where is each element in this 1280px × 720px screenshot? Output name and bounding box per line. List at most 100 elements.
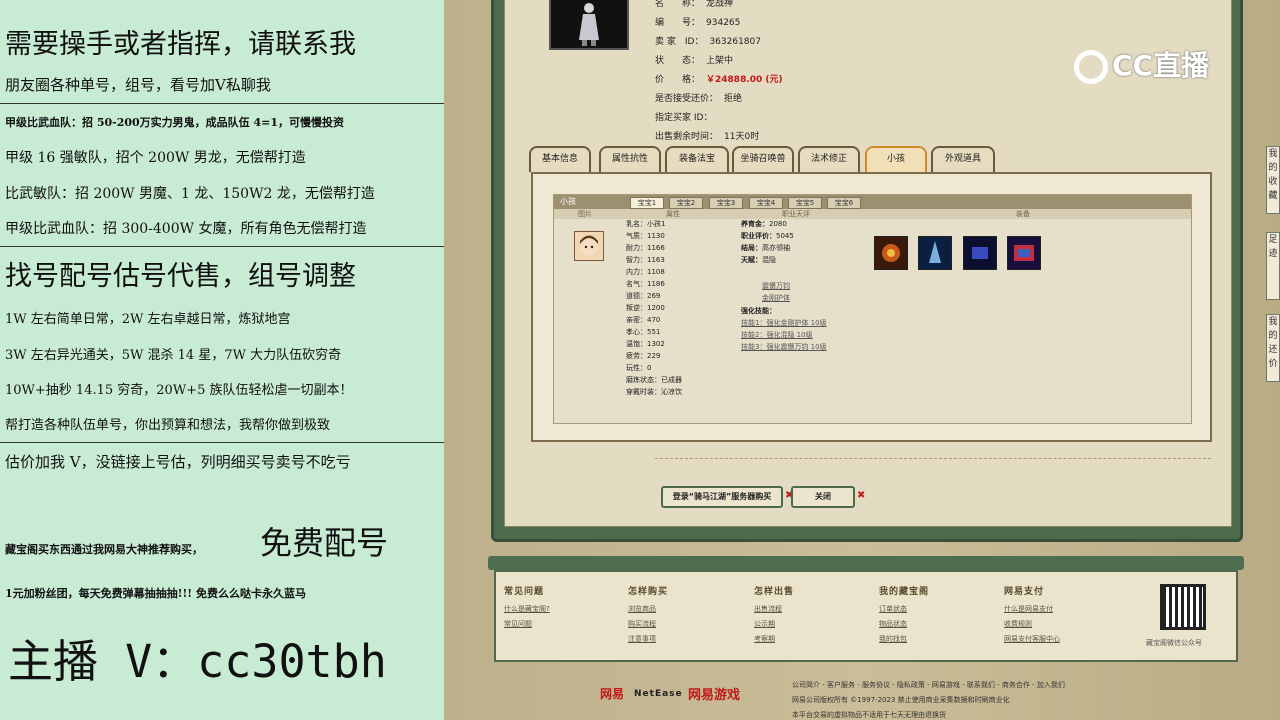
- talent-link[interactable]: 金刚护体: [762, 293, 790, 303]
- child-stat-row: 道德：269: [626, 292, 661, 300]
- legal-links[interactable]: 公司简介 - 客户服务 - 服务协议 - 隐私政策 - 网易游戏 - 联系我们 …: [792, 680, 1065, 690]
- child-stat-row: 温饱：1302: [626, 340, 665, 348]
- tab-child[interactable]: 小孩: [865, 146, 927, 172]
- child-stat-row: 乳名：小孩1: [626, 220, 666, 228]
- price-label: 价 格：: [655, 75, 701, 85]
- child-stat-row: 气质：1130: [626, 232, 665, 240]
- footer-link[interactable]: 收费规则: [1004, 617, 1060, 632]
- tab-spell-mods[interactable]: 法术修正: [798, 146, 860, 172]
- child-stat-row: 耐力：1166: [626, 244, 665, 252]
- equip-slot-4[interactable]: [1007, 236, 1041, 270]
- overlay-small-promo: 藏宝阁买东西通过我网易大神推荐购买，: [5, 543, 203, 556]
- qr-caption: 藏宝阁微信公众号: [1146, 639, 1202, 647]
- skill-link[interactable]: 技能3：强化震慑万钧 10级: [741, 342, 827, 352]
- child-info-row: 天赋：混隐: [741, 256, 776, 264]
- equipment-icon: [929, 241, 941, 263]
- tab-mounts-summons[interactable]: 坐骑召唤兽: [732, 146, 794, 172]
- footer-link[interactable]: 注意事项: [628, 632, 668, 647]
- child-stat-row: 智力：1163: [626, 256, 665, 264]
- footer-bar: [488, 556, 1244, 570]
- child-info-row: 职业评价：5045: [741, 232, 794, 240]
- footer-link[interactable]: 网易支付客服中心: [1004, 632, 1060, 647]
- footer-link[interactable]: 我的找包: [879, 632, 929, 647]
- overlay-heading-2: 找号配号估号代售，组号调整: [5, 261, 356, 292]
- subtab-baby-1[interactable]: 宝宝1: [630, 197, 664, 209]
- copyright: 网易公司版权所有 ©1997-2023 禁止使用商业采集数据和时刷商业化: [792, 696, 1010, 704]
- child-stat-row: 穿戴时装：沁凉饮: [626, 388, 682, 396]
- tab-attributes[interactable]: 属性抗性: [599, 146, 661, 172]
- col-talent: 职业天评: [782, 210, 810, 218]
- site-footer: 常见问题 什么是藏宝阁? 常见问题 怎样购买 浏览商品 购买流程 注意事项 怎样出售 出售流程公…: [494, 570, 1238, 662]
- footer-link[interactable]: 物品状态: [879, 617, 929, 632]
- skill-label: 强化技能：: [741, 307, 776, 315]
- skill-link[interactable]: 技能2：强化混隐 10级: [741, 330, 813, 340]
- server-buy-button[interactable]: 登录“骑马江湖”服务器购买: [661, 486, 783, 508]
- close-button[interactable]: 关闭: [791, 486, 855, 508]
- subtab-baby-3[interactable]: 宝宝3: [709, 197, 743, 209]
- divider: [0, 442, 444, 443]
- tab-basic-info[interactable]: 基本信息: [529, 146, 591, 172]
- footer-column: 常见问题 什么是藏宝阁? 常见问题: [504, 584, 550, 632]
- overlay-line: 1元加粉丝团，每天免费弹幕抽抽抽!!! 免费么么哒卡永久蓝马: [5, 587, 306, 600]
- price-value: ￥24888.00 (元): [706, 75, 783, 85]
- footer-link[interactable]: 常见问题: [504, 617, 550, 632]
- bargain-label: 是否接受还价：: [655, 94, 719, 104]
- footer-link[interactable]: 考察期: [754, 632, 794, 647]
- overlay-line: 甲级比武血队：招 300-400W 女魔，所有角色无偿帮打造: [5, 221, 367, 237]
- child-stat-row: 亲密：470: [626, 316, 661, 324]
- seller-label: 卖 家 ID：: [655, 37, 704, 47]
- footer-link[interactable]: 公示期: [754, 617, 794, 632]
- footer-link[interactable]: 订单状态: [879, 602, 929, 617]
- footer-link[interactable]: 浏览商品: [628, 602, 668, 617]
- netease-logo: 网易: [600, 687, 625, 701]
- subtab-baby-5[interactable]: 宝宝5: [788, 197, 822, 209]
- talent-link[interactable]: 震慑万钧: [762, 281, 790, 291]
- overlay-line: 3W 左右异光通关，5W 混杀 14 星，7W 大力队伍砍穷奇: [5, 348, 342, 363]
- footer-column: 网易支付 什么是网易支付 收费规则 网易支付客服中心: [1004, 584, 1060, 647]
- overlay-line: 甲级 16 强敏队，招个 200W 男龙，无偿帮打造: [5, 150, 306, 166]
- name-label: 名 称：: [655, 0, 701, 9]
- skill-link[interactable]: 技能1：强化金刚护体 10级: [741, 318, 827, 328]
- child-stat-row: 叛逆：1200: [626, 304, 665, 312]
- overlay-line: 估价加我 V，没链接上号估，列明细买号卖号不吃亏: [5, 453, 351, 471]
- child-info-row: 养育金：2080: [741, 220, 787, 228]
- equip-slot-1[interactable]: [874, 236, 908, 270]
- equipment-icon: [1014, 245, 1034, 261]
- equip-slot-3[interactable]: [963, 236, 997, 270]
- subtab-baby-4[interactable]: 宝宝4: [749, 197, 783, 209]
- child-stat-row: 内力：1108: [626, 268, 665, 276]
- child-stat-row: 名气：1186: [626, 280, 665, 288]
- child-section-label: 小孩: [560, 197, 576, 206]
- subtab-baby-6[interactable]: 宝宝6: [827, 197, 861, 209]
- remain-value: 11天0时: [724, 132, 760, 142]
- qr-code-icon: [1160, 584, 1206, 630]
- bargain-value: 拒绝: [724, 94, 743, 104]
- overlay-heading-1: 需要操手或者指挥，请联系我: [5, 29, 356, 60]
- child-detail-panel: 小孩 宝宝1 宝宝2 宝宝3 宝宝4 宝宝5 宝宝6 图片 属性 职业天评 装备: [531, 172, 1212, 442]
- overlay-contact: 主播 V：cc30tbh: [8, 635, 387, 688]
- overlay-big-promo: 免费配号: [260, 524, 389, 562]
- overlay-line: 甲级比武血队：招 50-200万实力男鬼，成品队伍 4=1，可慢慢投资: [5, 116, 345, 129]
- footer-column: 我的藏宝阁 订单状态 物品状态 我的找包: [879, 584, 929, 647]
- overlay-line: 帮打造各种队伍单号，你出预算和想法，我帮你做到极致: [5, 418, 331, 433]
- footer-link[interactable]: 出售流程: [754, 602, 794, 617]
- side-tab-favorites[interactable]: 我的收藏: [1266, 146, 1280, 214]
- cc-logo-icon: [1074, 50, 1108, 84]
- side-tab-footprint[interactable]: 足迹: [1266, 232, 1280, 300]
- footer-link[interactable]: 什么是藏宝阁?: [504, 602, 550, 617]
- remain-label: 出售剩余时间：: [655, 132, 719, 142]
- side-tab-my-bargain[interactable]: 我的还价: [1266, 314, 1280, 382]
- tab-equipment[interactable]: 装备法宝: [665, 146, 729, 172]
- footer-link[interactable]: 购买流程: [628, 617, 668, 632]
- overlay-line: 10W+抽秒 14.15 穷奇，20W+5 族队伍轻松虐一切副本！: [5, 383, 353, 398]
- id-label: 编 号：: [655, 18, 701, 28]
- col-attr: 属性: [666, 210, 680, 218]
- treasure-pavilion-page: 名 称： 龙战神 编 号： 934265 卖 家 ID： 363261807 状 态：…: [444, 0, 1280, 720]
- buyer-label: 指定买家 ID：: [655, 113, 713, 123]
- footer-link[interactable]: 什么是网易支付: [1004, 602, 1060, 617]
- subtab-baby-2[interactable]: 宝宝2: [669, 197, 703, 209]
- equip-slot-2[interactable]: [918, 236, 952, 270]
- netease-games-logo: 网易游戏: [688, 688, 741, 703]
- tab-appearance[interactable]: 外观道具: [931, 146, 995, 172]
- divider: [0, 103, 444, 104]
